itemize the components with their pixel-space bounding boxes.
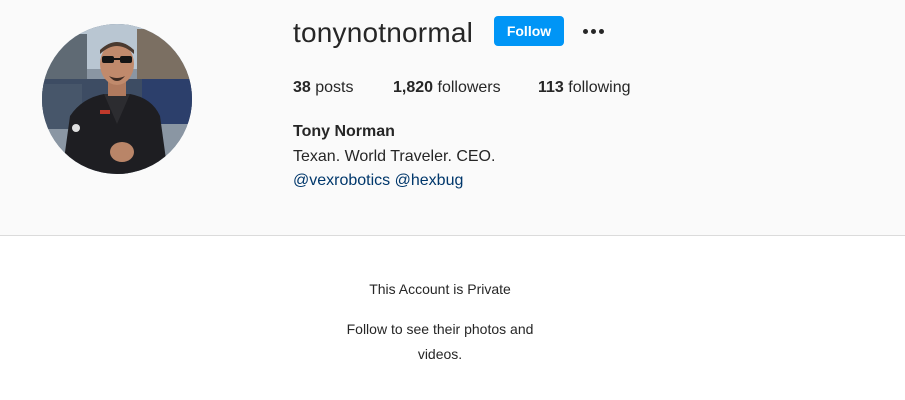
profile-header: tonynotnormal Follow 38 posts 1,820 foll…	[0, 0, 905, 236]
profile-full-name: Tony Norman	[293, 123, 395, 140]
profile-username: tonynotnormal	[293, 17, 474, 48]
stat-following[interactable]: 113 following	[538, 78, 631, 98]
bio-link-vexrobotics[interactable]: @vexrobotics	[293, 172, 390, 189]
posts-label: posts	[315, 79, 354, 96]
more-options-icon[interactable]	[580, 18, 606, 44]
followers-label: followers	[437, 79, 501, 96]
posts-count: 38	[293, 79, 311, 96]
following-label: following	[568, 79, 631, 96]
following-count: 113	[538, 79, 564, 96]
stat-followers[interactable]: 1,820 followers	[393, 78, 501, 98]
private-account-subtitle: Follow to see their photos and videos.	[346, 321, 534, 362]
bio-links: @vexrobotics @hexbug	[293, 171, 463, 191]
bio-link-hexbug[interactable]: @hexbug	[395, 172, 464, 189]
avatar-photo	[42, 24, 192, 174]
stat-posts: 38 posts	[293, 78, 354, 98]
private-account-title: This Account is Private	[369, 281, 511, 297]
options-dot	[590, 28, 596, 34]
profile-avatar[interactable]	[42, 24, 192, 174]
followers-count: 1,820	[393, 79, 434, 96]
options-dot	[598, 28, 604, 34]
follow-button[interactable]: Follow	[494, 16, 564, 46]
profile-bio: Texan. World Traveler. CEO.	[293, 148, 496, 165]
options-dot	[582, 28, 588, 34]
